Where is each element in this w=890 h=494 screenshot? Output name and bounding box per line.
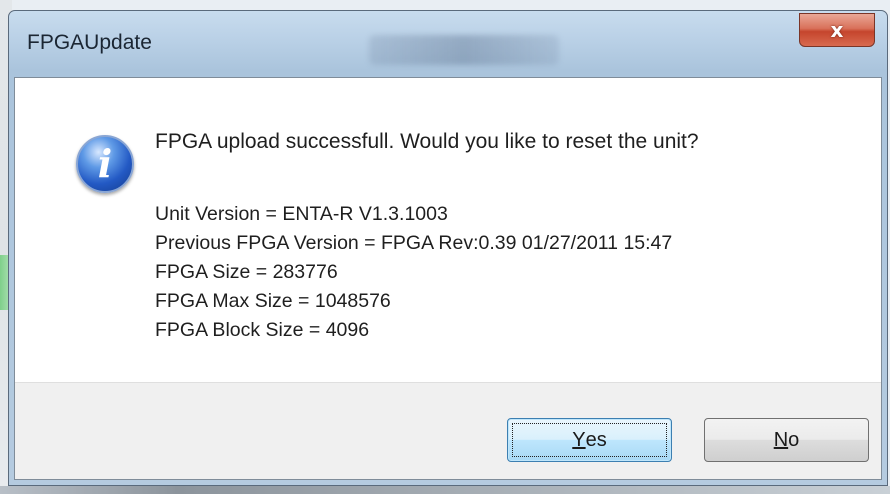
info-icon-glyph: i	[97, 141, 113, 186]
window-title: FPGAUpdate	[27, 31, 152, 54]
close-icon: x	[830, 18, 844, 42]
yes-button-mnemonic: Y	[572, 428, 586, 451]
button-bar: Yes No	[15, 382, 881, 479]
detail-previous-fpga-version: Previous FPGA Version = FPGA Rev:0.39 01…	[155, 232, 673, 254]
detail-fpga-size: FPGA Size = 283776	[155, 261, 338, 283]
message-text: FPGA upload successfull. Would you like …	[155, 130, 699, 153]
no-button[interactable]: No	[704, 418, 869, 462]
dialog-window: FPGAUpdate x i FPGA upload successfull. …	[8, 10, 888, 486]
dialog-content: i FPGA upload successfull. Would you lik…	[14, 77, 882, 480]
yes-button-label: es	[585, 428, 607, 451]
yes-button[interactable]: Yes	[507, 418, 672, 462]
detail-unit-version: Unit Version = ENTA-R V1.3.1003	[155, 203, 448, 225]
title-bar[interactable]: FPGAUpdate x	[9, 11, 887, 77]
details-block: Unit Version = ENTA-R V1.3.1003 Previous…	[155, 200, 672, 345]
no-button-mnemonic: N	[773, 428, 789, 451]
detail-fpga-block-size: FPGA Block Size = 4096	[155, 319, 370, 341]
background-window-glimpse	[369, 35, 559, 65]
info-icon: i	[76, 135, 134, 193]
close-button[interactable]: x	[799, 13, 875, 47]
detail-fpga-max-size: FPGA Max Size = 1048576	[155, 290, 391, 312]
no-button-label: o	[788, 428, 800, 451]
desktop-background-bottom	[0, 486, 890, 494]
